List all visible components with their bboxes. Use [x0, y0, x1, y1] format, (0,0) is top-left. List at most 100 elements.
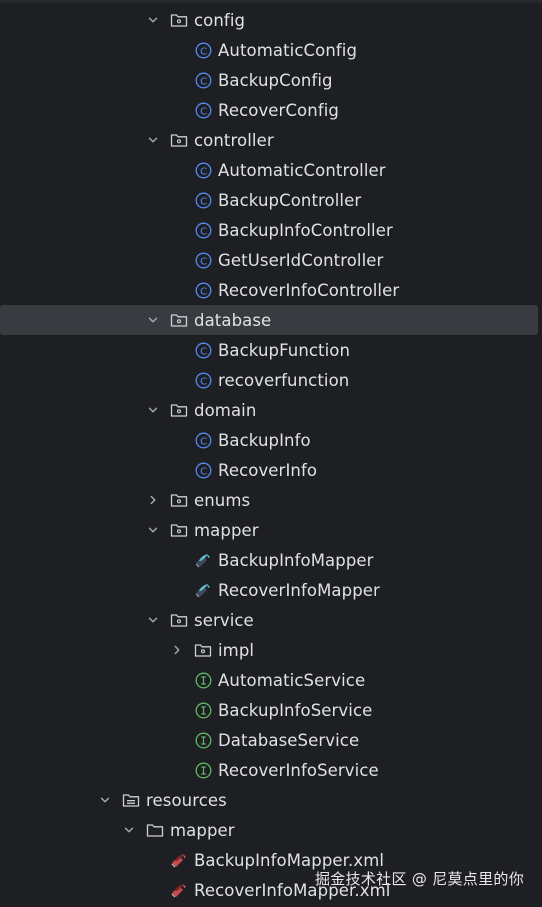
class-icon: C: [194, 251, 212, 269]
class-icon: C: [194, 191, 212, 209]
tree-folder-row[interactable]: service: [0, 605, 542, 635]
tree-folder-row[interactable]: mapper: [0, 515, 542, 545]
class-icon: C: [194, 161, 212, 179]
mybatis-xml-icon: [170, 881, 188, 899]
svg-text:C: C: [200, 106, 207, 117]
tree-item-label: domain: [194, 400, 257, 420]
watermark: 掘金技术社区 @ 尼莫点里的你: [314, 870, 524, 888]
chevron-down-icon[interactable]: [146, 523, 160, 537]
tree-item-label: enums: [194, 490, 251, 510]
tree-item-label: GetUserIdController: [218, 250, 384, 270]
tree-folder-row[interactable]: config: [0, 5, 542, 35]
tree-item-label: controller: [194, 130, 274, 150]
tree-file-row[interactable]: AutomaticService: [0, 665, 542, 695]
class-icon: C: [194, 101, 212, 119]
package-folder-icon: [170, 131, 188, 149]
class-icon: C: [194, 71, 212, 89]
svg-text:C: C: [200, 436, 207, 447]
tree-item-label: RecoverInfoMapper: [218, 580, 380, 600]
tree-file-row[interactable]: C BackupInfoController: [0, 215, 542, 245]
chevron-down-icon[interactable]: [146, 613, 160, 627]
tree-item-label: BackupInfoService: [218, 700, 373, 720]
tree-item-label: BackupFunction: [218, 340, 351, 360]
tree-folder-row[interactable]: resources: [0, 785, 542, 815]
tree-file-row[interactable]: C BackupFunction: [0, 335, 542, 365]
tree-file-row[interactable]: C RecoverConfig: [0, 95, 542, 125]
tree-file-row[interactable]: C BackupInfo: [0, 425, 542, 455]
interface-icon: [194, 671, 212, 689]
chevron-right-icon[interactable]: [170, 643, 184, 657]
tree-file-row[interactable]: BackupInfoMapper: [0, 545, 542, 575]
class-icon: C: [194, 281, 212, 299]
tree-item-label: BackupController: [218, 190, 362, 210]
tree-file-row[interactable]: BackupInfoService: [0, 695, 542, 725]
svg-text:C: C: [200, 256, 207, 267]
svg-text:C: C: [200, 166, 207, 177]
tree-item-label: RecoverInfoController: [218, 280, 400, 300]
package-folder-icon: [170, 11, 188, 29]
tree-item-label: RecoverInfo: [218, 460, 318, 480]
package-folder-icon: [194, 641, 212, 659]
class-icon: C: [194, 461, 212, 479]
tree-file-row[interactable]: Crecoverfunction: [0, 365, 542, 395]
tree-file-row[interactable]: C AutomaticConfig: [0, 35, 542, 65]
tree-item-label: resources: [146, 790, 227, 810]
chevron-down-icon[interactable]: [146, 13, 160, 27]
folder-icon: [146, 821, 164, 839]
svg-text:C: C: [200, 286, 207, 297]
svg-text:C: C: [200, 226, 207, 237]
tree-file-row[interactable]: C BackupConfig: [0, 65, 542, 95]
chevron-down-icon[interactable]: [146, 313, 160, 327]
interface-icon: [194, 761, 212, 779]
tree-file-row[interactable]: RecoverInfoMapper: [0, 575, 542, 605]
tree-item-label: BackupConfig: [218, 70, 333, 90]
package-folder-icon: [170, 401, 188, 419]
tree-item-label: BackupInfoController: [218, 220, 393, 240]
tree-file-row[interactable]: DatabaseService: [0, 725, 542, 755]
svg-text:C: C: [200, 466, 207, 477]
mybatis-mapper-icon: [194, 581, 212, 599]
svg-text:C: C: [200, 46, 207, 57]
svg-text:C: C: [200, 196, 207, 207]
tree-folder-row[interactable]: database: [0, 305, 538, 335]
class-icon: C: [194, 41, 212, 59]
tree-item-label: AutomaticConfig: [218, 40, 358, 60]
tree-item-label: BackupInfo: [218, 430, 311, 450]
chevron-right-icon[interactable]: [146, 493, 160, 507]
tree-item-label: RecoverInfoService: [218, 760, 379, 780]
project-tree: config C AutomaticConfig C BackupConfig C Reco…: [0, 5, 542, 905]
tree-file-row[interactable]: C AutomaticController: [0, 155, 542, 185]
tree-item-label: mapper: [170, 820, 235, 840]
mybatis-xml-icon: [170, 851, 188, 869]
tree-item-label: AutomaticController: [218, 160, 386, 180]
tree-file-row[interactable]: C GetUserIdController: [0, 245, 542, 275]
tree-file-row[interactable]: RecoverInfoService: [0, 755, 542, 785]
class-icon: C: [194, 371, 212, 389]
class-icon: C: [194, 431, 212, 449]
tree-folder-row[interactable]: enums: [0, 485, 542, 515]
tree-folder-row[interactable]: controller: [0, 125, 542, 155]
tree-item-label: service: [194, 610, 254, 630]
tree-item-label: RecoverConfig: [218, 100, 339, 120]
tree-item-label: BackupInfoMapper.xml: [194, 850, 385, 870]
chevron-down-icon[interactable]: [98, 793, 112, 807]
interface-icon: [194, 701, 212, 719]
interface-icon: [194, 731, 212, 749]
chevron-down-icon[interactable]: [146, 133, 160, 147]
chevron-down-icon[interactable]: [146, 403, 160, 417]
resources-folder-icon: [122, 791, 140, 809]
package-folder-icon: [170, 491, 188, 509]
tree-item-label: mapper: [194, 520, 259, 540]
class-icon: C: [194, 341, 212, 359]
chevron-down-icon[interactable]: [122, 823, 136, 837]
tree-file-row[interactable]: C RecoverInfoController: [0, 275, 542, 305]
tree-folder-row[interactable]: domain: [0, 395, 542, 425]
tree-item-label: config: [194, 10, 246, 30]
tree-folder-row[interactable]: mapper: [0, 815, 542, 845]
tree-file-row[interactable]: C BackupController: [0, 185, 542, 215]
tree-folder-row[interactable]: impl: [0, 635, 542, 665]
tree-file-row[interactable]: C RecoverInfo: [0, 455, 542, 485]
svg-text:C: C: [200, 76, 207, 87]
tree-item-label: BackupInfoMapper: [218, 550, 374, 570]
tree-item-label: database: [194, 310, 272, 330]
